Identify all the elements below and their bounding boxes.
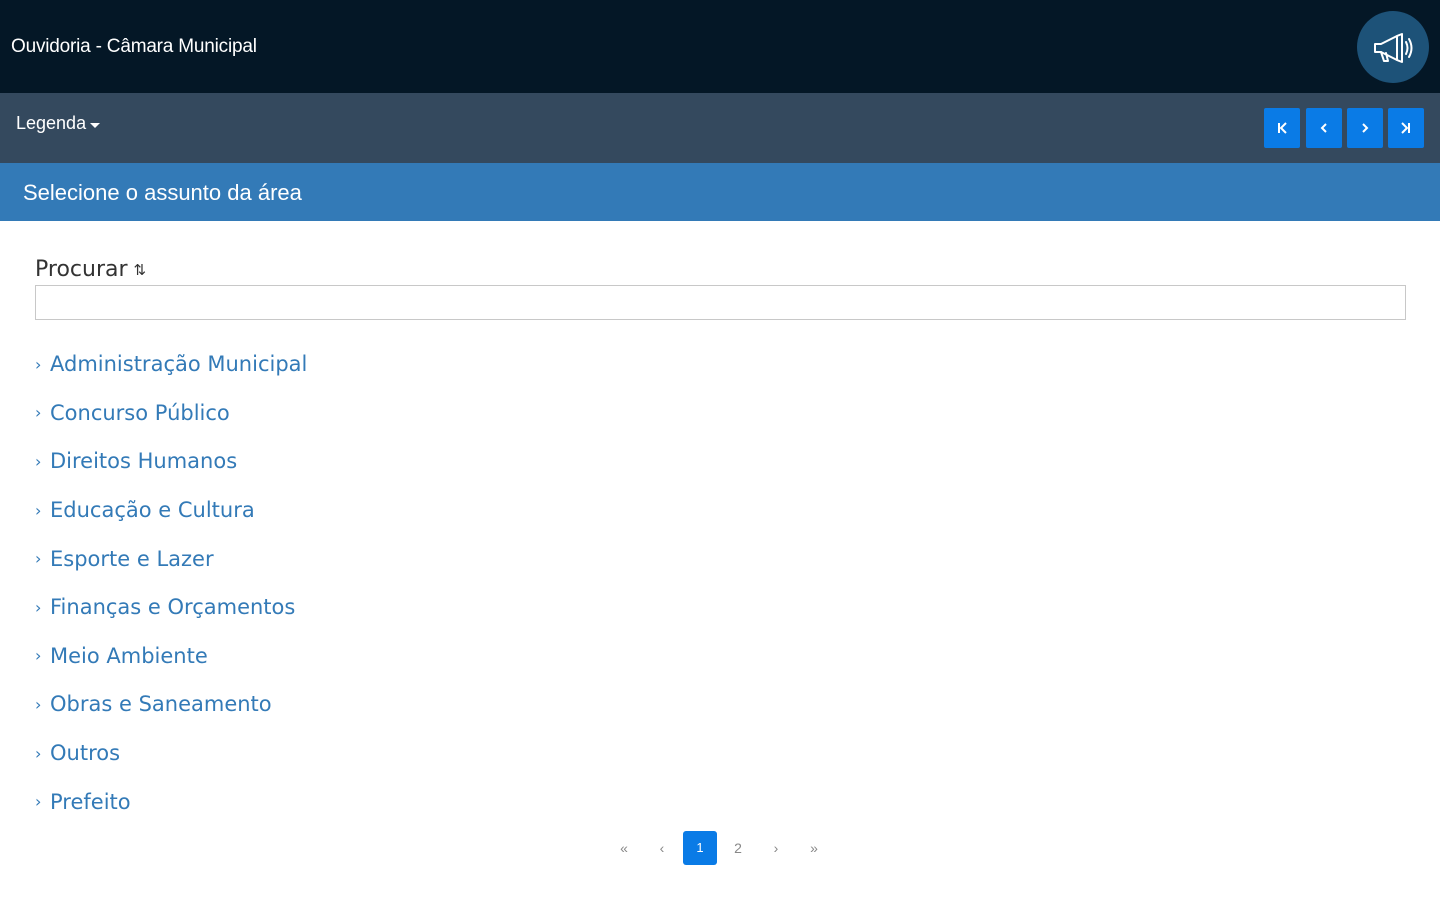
chevron-right-icon: › bbox=[35, 403, 42, 423]
previous-button[interactable] bbox=[1306, 108, 1342, 148]
pagination-page-1[interactable]: 1 bbox=[683, 830, 717, 865]
topic-item-direitos-humanos[interactable]: › Direitos Humanos bbox=[35, 437, 307, 486]
next-button[interactable] bbox=[1347, 108, 1383, 148]
top-header: Ouvidoria - Câmara Municipal bbox=[0, 0, 1440, 93]
search-label-text: Procurar bbox=[35, 257, 128, 282]
topic-item-financas-orcamentos[interactable]: › Finanças e Orçamentos bbox=[35, 583, 307, 632]
previous-icon bbox=[1320, 123, 1327, 133]
topic-label: Finanças e Orçamentos bbox=[50, 595, 296, 620]
app-title: Ouvidoria - Câmara Municipal bbox=[11, 36, 257, 57]
chevron-right-icon: › bbox=[35, 743, 42, 763]
last-page-icon bbox=[1401, 122, 1410, 134]
topic-list: › Administração Municipal › Concurso Púb… bbox=[35, 340, 307, 826]
pagination-page-2[interactable]: 2 bbox=[719, 831, 757, 865]
chevron-right-icon: › bbox=[35, 451, 42, 471]
toolbar: Legenda bbox=[0, 93, 1440, 163]
chevron-right-icon: › bbox=[35, 597, 42, 617]
legend-label: Legenda bbox=[16, 113, 87, 133]
topic-label: Administração Municipal bbox=[50, 352, 308, 377]
topic-label: Obras e Saneamento bbox=[50, 692, 272, 717]
first-page-button[interactable] bbox=[1264, 108, 1300, 148]
search-input[interactable] bbox=[35, 285, 1406, 320]
chevron-right-icon: › bbox=[35, 500, 42, 520]
topic-label: Direitos Humanos bbox=[50, 449, 238, 474]
megaphone-icon bbox=[1374, 33, 1413, 63]
next-icon bbox=[1362, 123, 1369, 133]
chevron-right-icon: › bbox=[35, 792, 42, 812]
topic-item-prefeito[interactable]: › Prefeito bbox=[35, 777, 307, 826]
topic-label: Concurso Público bbox=[50, 400, 230, 425]
topic-item-educacao-cultura[interactable]: › Educação e Cultura bbox=[35, 486, 307, 535]
chevron-right-icon: › bbox=[35, 646, 42, 666]
pagination-last-button[interactable]: » bbox=[795, 831, 833, 865]
topic-item-outros[interactable]: › Outros bbox=[35, 729, 307, 778]
chevron-right-icon: › bbox=[35, 549, 42, 569]
pagination-prev-button[interactable]: ‹ bbox=[643, 831, 681, 865]
topic-label: Outros bbox=[50, 741, 121, 766]
sort-icon[interactable]: ⇅ bbox=[134, 261, 147, 279]
section-header: Selecione o assunto da área bbox=[0, 163, 1440, 221]
topic-item-obras-saneamento[interactable]: › Obras e Saneamento bbox=[35, 680, 307, 729]
pagination-first-button[interactable]: « bbox=[605, 831, 643, 865]
topic-label: Prefeito bbox=[50, 789, 131, 814]
caret-down-icon bbox=[90, 122, 101, 128]
topic-label: Educação e Cultura bbox=[50, 498, 255, 523]
pagination: « ‹ 1 2 › » bbox=[605, 830, 833, 865]
legend-dropdown[interactable]: Legenda bbox=[16, 113, 101, 134]
topic-label: Meio Ambiente bbox=[50, 643, 208, 668]
topic-item-meio-ambiente[interactable]: › Meio Ambiente bbox=[35, 632, 307, 681]
topic-label: Esporte e Lazer bbox=[50, 546, 214, 571]
search-label: Procurar ⇅ bbox=[35, 257, 146, 282]
chevron-right-icon: › bbox=[35, 354, 42, 374]
section-title: Selecione o assunto da área bbox=[23, 180, 302, 205]
topic-item-administracao-municipal[interactable]: › Administração Municipal bbox=[35, 340, 307, 389]
megaphone-button[interactable] bbox=[1357, 11, 1429, 83]
last-page-button[interactable] bbox=[1388, 108, 1424, 148]
topic-item-esporte-lazer[interactable]: › Esporte e Lazer bbox=[35, 534, 307, 583]
first-page-icon bbox=[1278, 122, 1287, 134]
pagination-next-button[interactable]: › bbox=[757, 831, 795, 865]
topic-item-concurso-publico[interactable]: › Concurso Público bbox=[35, 389, 307, 438]
chevron-right-icon: › bbox=[35, 694, 42, 714]
